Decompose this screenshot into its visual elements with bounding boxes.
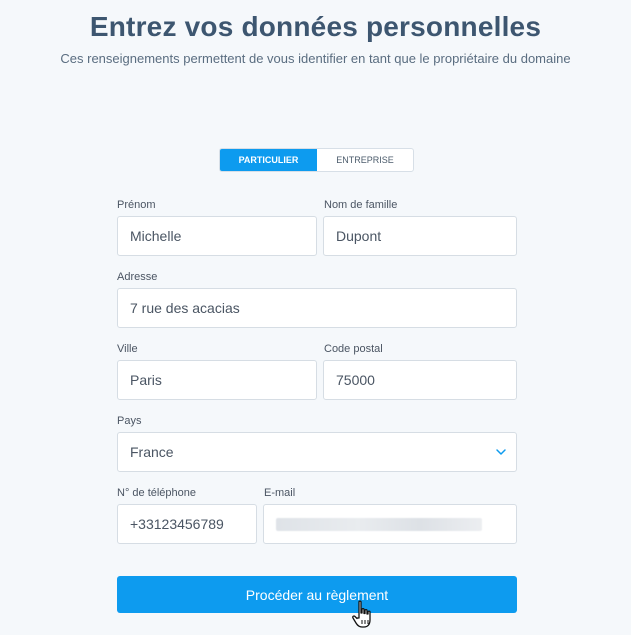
country-select[interactable]: France: [117, 432, 517, 472]
first-name-field[interactable]: [117, 216, 317, 256]
city-label: Ville: [117, 343, 138, 355]
city-field[interactable]: [117, 360, 317, 400]
account-type-toggle: PARTICULIER ENTREPRISE: [219, 148, 414, 172]
phone-label: N° de téléphone: [117, 487, 197, 499]
proceed-payment-button[interactable]: Procéder au règlement: [117, 576, 517, 613]
postal-code-field[interactable]: [323, 360, 517, 400]
email-label: E-mail: [264, 487, 296, 499]
country-label: Pays: [117, 415, 142, 427]
first-name-label: Prénom: [117, 199, 156, 211]
address-field[interactable]: [117, 288, 517, 328]
page-subtitle: Ces renseignements permettent de vous id…: [60, 51, 571, 66]
phone-field[interactable]: [117, 504, 257, 544]
hand-pointer-icon: [352, 600, 371, 628]
address-label: Adresse: [117, 271, 158, 283]
redacted-email: [276, 518, 482, 531]
toggle-particulier[interactable]: PARTICULIER: [220, 149, 317, 171]
last-name-label: Nom de famille: [324, 199, 398, 211]
country-select-value: France: [117, 432, 517, 472]
last-name-field[interactable]: [323, 216, 517, 256]
email-field[interactable]: [263, 504, 517, 544]
toggle-entreprise[interactable]: ENTREPRISE: [317, 149, 413, 171]
chevron-down-icon: [496, 449, 506, 455]
postal-code-label: Code postal: [324, 343, 383, 355]
page-title: Entrez vos données personnelles: [89, 11, 542, 42]
